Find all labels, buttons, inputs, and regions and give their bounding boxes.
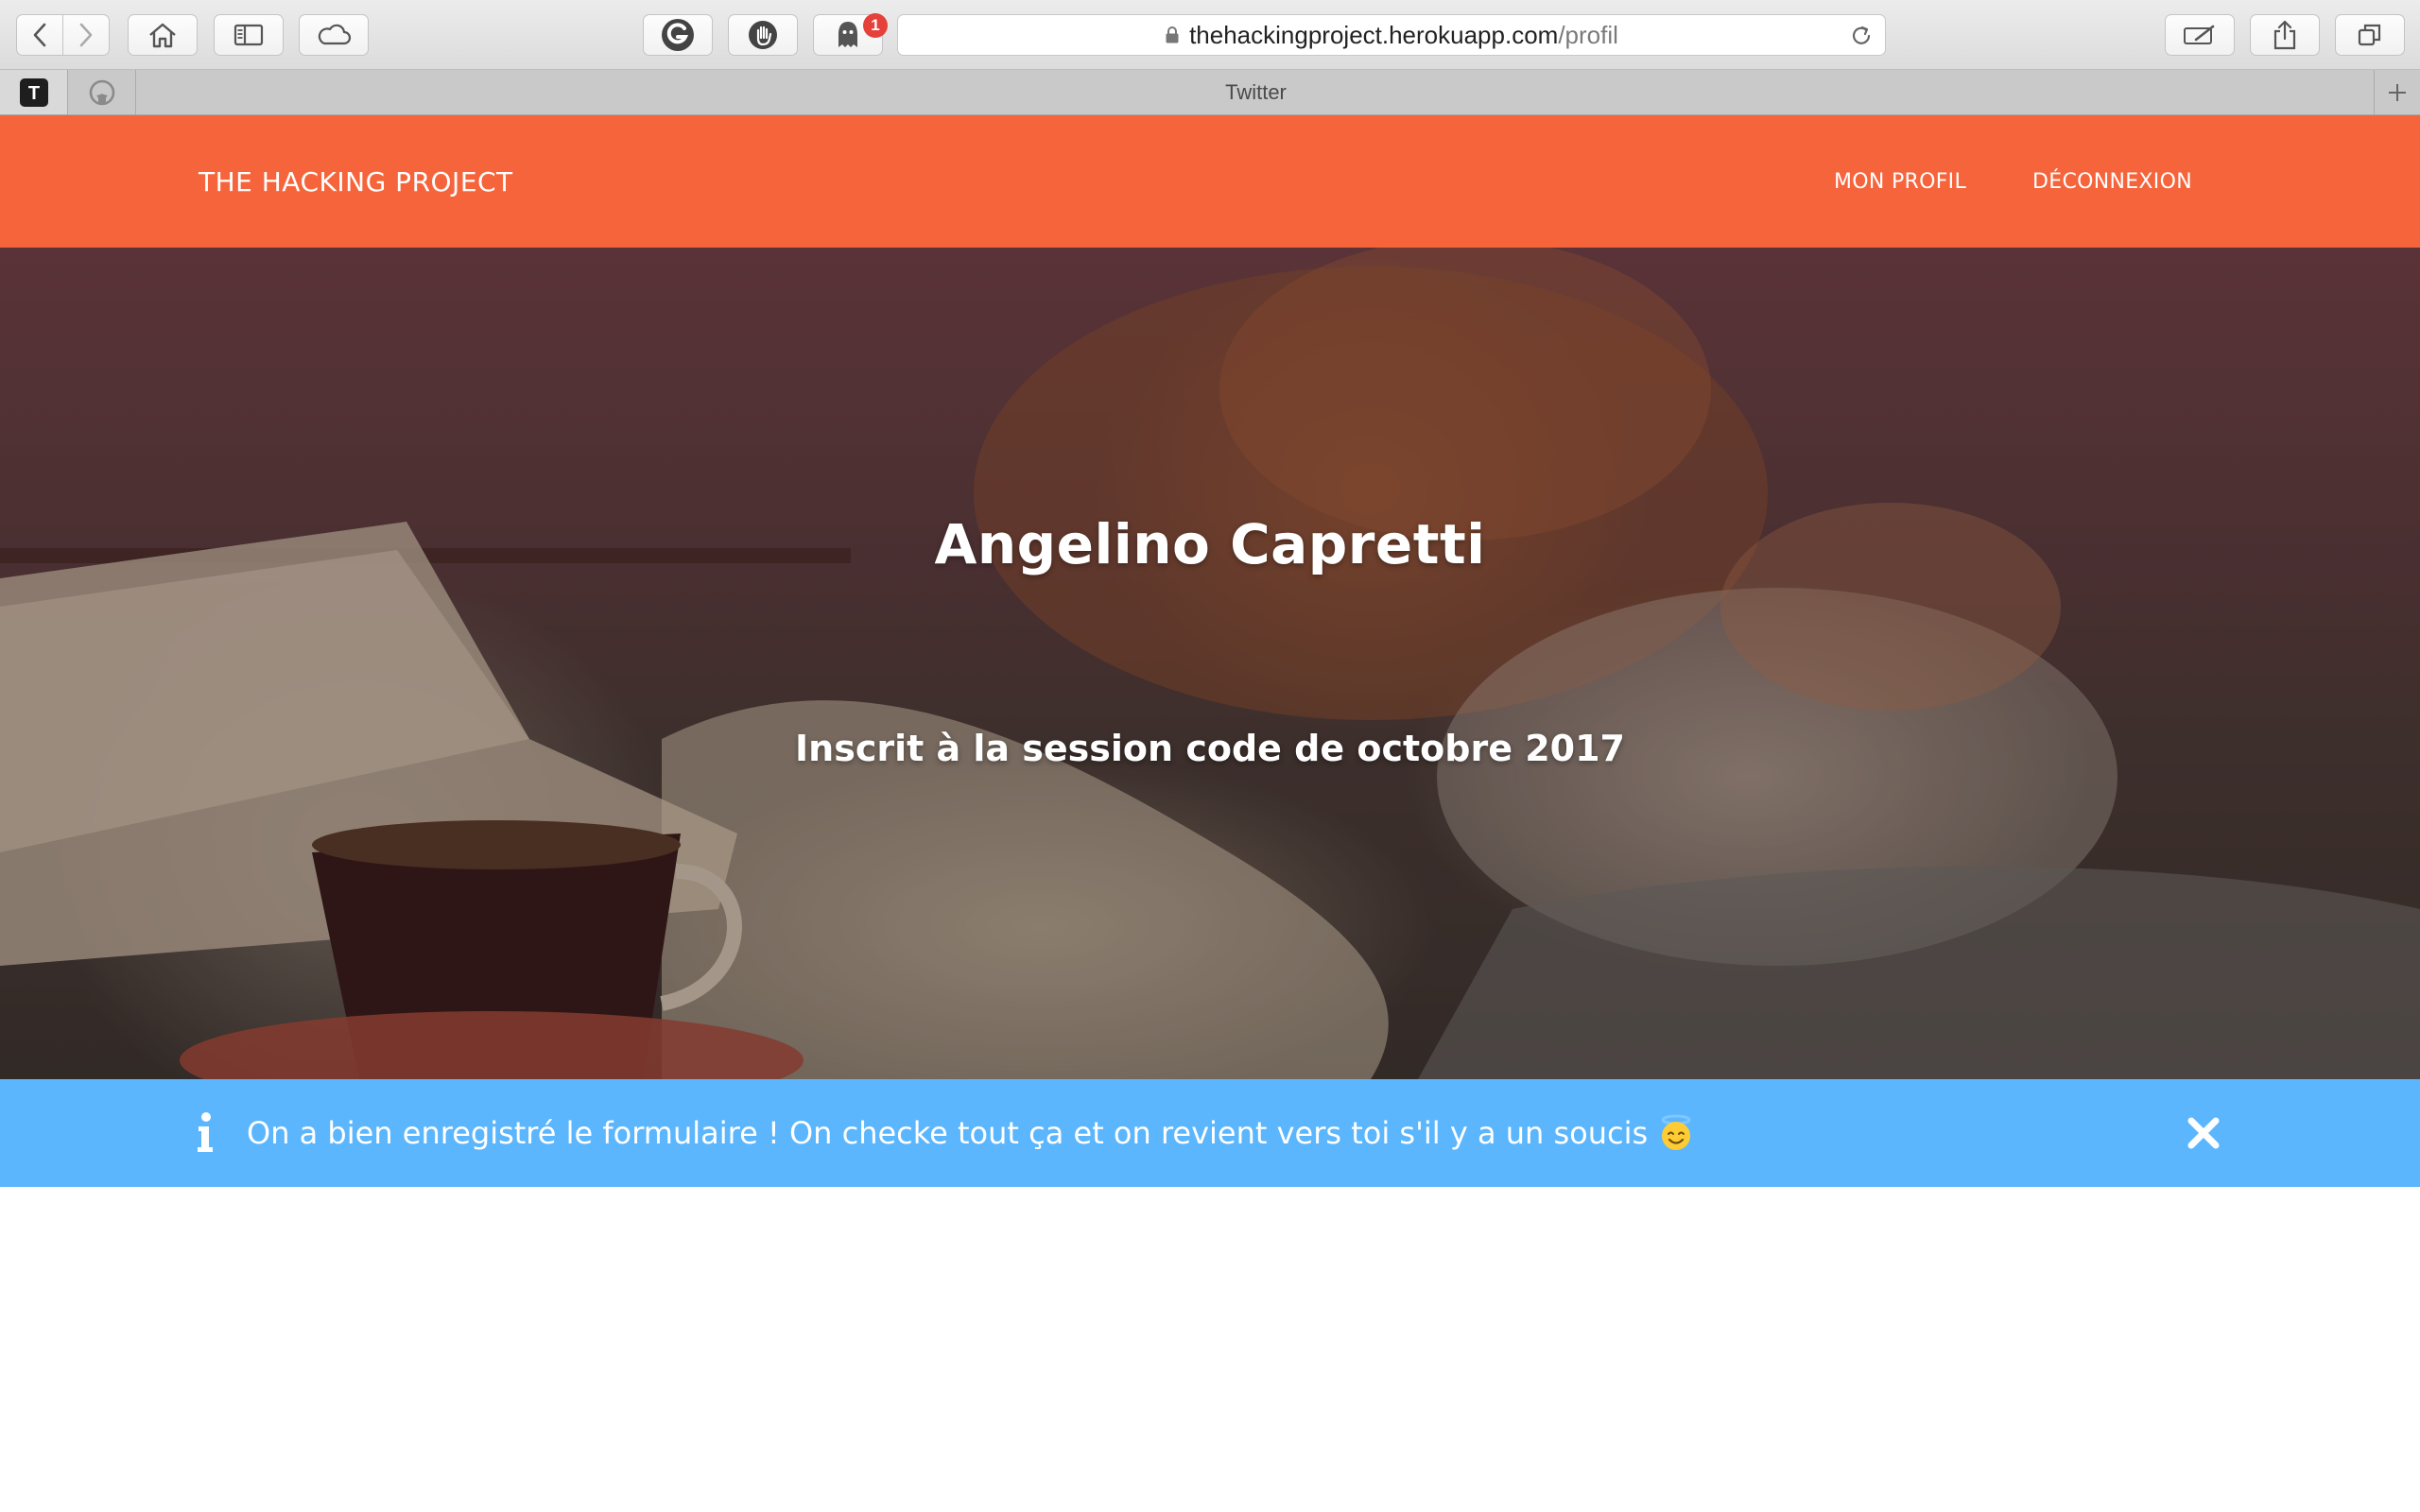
alert-message: On a bien enregistré le formulaire ! On … bbox=[247, 1079, 1695, 1187]
nav-link-deconnexion[interactable]: DÉCONNEXION bbox=[2032, 115, 2192, 248]
smiling-face-with-halo-icon bbox=[1661, 1114, 1691, 1150]
pinned-tab-t[interactable]: T bbox=[0, 70, 68, 114]
site-navbar: THE HACKING PROJECT MON PROFIL DÉCONNEXI… bbox=[0, 115, 2420, 248]
sidebar-icon bbox=[233, 24, 264, 46]
back-icon bbox=[33, 23, 46, 47]
hero-dim-overlay bbox=[0, 248, 2420, 1079]
new-tab-icon bbox=[2389, 83, 2406, 101]
back-button[interactable] bbox=[16, 14, 63, 56]
profile-session: Inscrit à la session code de octobre 201… bbox=[795, 728, 1625, 769]
cloud-icon bbox=[318, 24, 352, 45]
address-bar[interactable]: thehackingproject.herokuapp.com/profil bbox=[897, 14, 1886, 56]
tab-strip: T Twitter bbox=[0, 70, 2420, 115]
ghostery-icon bbox=[838, 22, 857, 47]
ghostery-extension-button[interactable]: 1 bbox=[813, 13, 888, 56]
forward-button[interactable] bbox=[62, 14, 110, 56]
grammarly-icon bbox=[662, 19, 694, 51]
share-button[interactable] bbox=[2250, 14, 2320, 56]
annotate-button[interactable] bbox=[2165, 14, 2235, 56]
url-domain: thehackingproject.herokuapp.com bbox=[1189, 20, 1559, 49]
site-brand[interactable]: THE HACKING PROJECT bbox=[199, 115, 513, 248]
tabs-overview-icon bbox=[2358, 24, 2381, 46]
url-path: /profil bbox=[1558, 20, 1618, 49]
github-icon bbox=[89, 79, 114, 105]
close-icon[interactable] bbox=[2186, 1115, 2221, 1151]
new-tab-button[interactable] bbox=[2375, 70, 2420, 114]
share-icon bbox=[2273, 20, 2296, 50]
forward-icon bbox=[79, 23, 93, 47]
lock-icon bbox=[1166, 26, 1179, 43]
home-button[interactable] bbox=[128, 14, 198, 56]
hand-icon bbox=[749, 21, 777, 49]
extension-badge: 1 bbox=[863, 13, 888, 38]
svg-text:T: T bbox=[27, 83, 39, 104]
annotate-icon bbox=[2184, 25, 2215, 44]
browser-toolbar: 1 thehackingproject.herokuapp.com/profil bbox=[0, 0, 2420, 70]
pinned-tab-github[interactable] bbox=[68, 70, 136, 114]
flash-alert: On a bien enregistré le formulaire ! On … bbox=[0, 1079, 2420, 1187]
t-app-icon: T bbox=[19, 77, 48, 107]
home-icon bbox=[149, 23, 176, 48]
tab-twitter[interactable]: Twitter bbox=[138, 70, 2375, 114]
reload-icon[interactable] bbox=[1849, 24, 1874, 48]
info-icon bbox=[198, 1112, 213, 1152]
alert-text: On a bien enregistré le formulaire ! On … bbox=[247, 1115, 1649, 1151]
nav-link-mon-profil[interactable]: MON PROFIL bbox=[1834, 115, 1966, 248]
profile-hero: Angelino Capretti Inscrit à la session c… bbox=[0, 248, 2420, 1079]
grammarly-extension-button[interactable] bbox=[643, 14, 713, 56]
icloud-tabs-button[interactable] bbox=[299, 14, 369, 56]
hand-extension-button[interactable] bbox=[728, 14, 798, 56]
sidebar-button[interactable] bbox=[214, 14, 284, 56]
profile-name: Angelino Capretti bbox=[934, 512, 1486, 576]
tabs-overview-button[interactable] bbox=[2335, 14, 2405, 56]
